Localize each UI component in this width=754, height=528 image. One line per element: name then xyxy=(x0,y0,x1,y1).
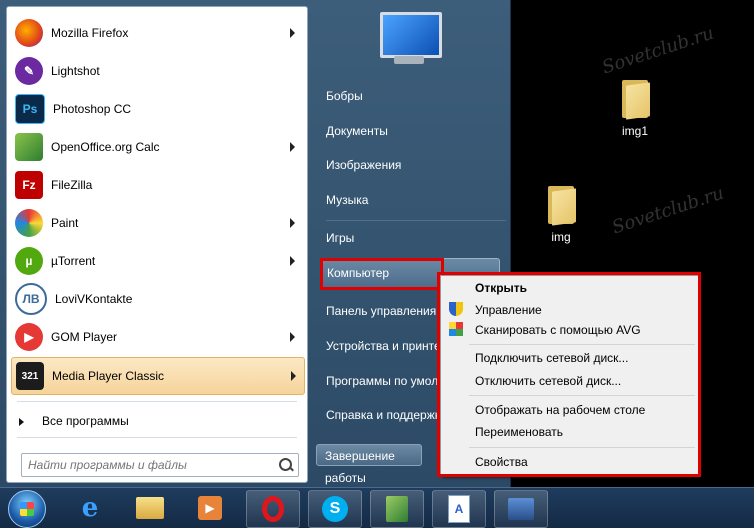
program-label: Lightshot xyxy=(51,64,100,78)
divider xyxy=(326,220,506,221)
paint-icon xyxy=(15,209,43,237)
menu-item-help[interactable]: Справка и поддержк xyxy=(326,408,440,422)
firefox-icon xyxy=(15,19,43,47)
opera-icon xyxy=(262,496,284,522)
submenu-arrow-icon xyxy=(290,256,295,266)
submenu-arrow-icon xyxy=(290,28,295,38)
menu-item-devices[interactable]: Устройства и принте xyxy=(326,339,441,353)
all-programs-label: Все программы xyxy=(42,414,129,428)
submenu-arrow-icon xyxy=(290,332,295,342)
menu-item-games[interactable]: Игры xyxy=(326,231,354,245)
program-item-gom-player[interactable]: ▶ GOM Player xyxy=(11,319,303,355)
windows-logo-icon xyxy=(20,502,34,516)
submenu-arrow-icon xyxy=(290,218,295,228)
menu-item-music[interactable]: Музыка xyxy=(326,193,368,207)
search-box[interactable] xyxy=(21,453,299,477)
divider xyxy=(17,437,297,438)
user-picture[interactable] xyxy=(372,8,444,70)
taskbar-item-calc[interactable] xyxy=(370,490,424,528)
program-label: Media Player Classic xyxy=(52,369,165,383)
program-item-lovivkontakte[interactable]: ЛВ LoviVKontakte xyxy=(11,281,303,317)
program-label: LoviVKontakte xyxy=(55,292,133,306)
menu-item-pictures[interactable]: Изображения xyxy=(326,158,401,172)
media-player-icon: ▶ xyxy=(198,496,222,520)
folder-icon xyxy=(546,184,576,226)
program-label: GOM Player xyxy=(51,330,118,344)
all-programs-button[interactable]: Все программы xyxy=(19,414,129,428)
calc-icon xyxy=(386,496,408,522)
media-player-classic-icon: 321 xyxy=(16,362,44,390)
menu-item-control-panel[interactable]: Панель управления xyxy=(326,304,436,318)
menu-item-user[interactable]: Бобры xyxy=(326,89,363,103)
taskbar-item-explorer[interactable] xyxy=(124,490,176,526)
program-label: FileZilla xyxy=(51,178,93,192)
photoshop-icon: Ps xyxy=(15,94,45,124)
taskbar-item-opera[interactable] xyxy=(246,490,300,528)
skype-icon: S xyxy=(322,496,348,522)
watermark: Sovetclub.ru xyxy=(599,22,717,79)
program-item-paint[interactable]: Paint xyxy=(11,205,303,241)
explorer-icon xyxy=(136,497,164,519)
lightshot-icon: ✎ xyxy=(15,57,43,85)
shutdown-button[interactable]: Завершение работы xyxy=(316,444,422,485)
highlight-box-computer xyxy=(320,258,444,290)
highlight-box-context-menu xyxy=(437,272,701,477)
program-item-photoshop[interactable]: Ps Photoshop CC xyxy=(11,91,303,127)
arrow-right-icon xyxy=(19,417,24,426)
watermark: Sovetclub.ru xyxy=(609,182,727,239)
lovivkontakte-icon: ЛВ xyxy=(15,283,47,315)
program-item-lightshot[interactable]: ✎ Lightshot xyxy=(11,53,303,89)
desktop-icon-label: img1 xyxy=(621,124,648,138)
taskbar-item-ie[interactable]: e xyxy=(64,490,116,526)
taskbar-item-network[interactable] xyxy=(494,490,548,528)
document-icon: A xyxy=(448,495,470,523)
program-label: Photoshop CC xyxy=(53,102,132,116)
menu-item-documents[interactable]: Документы xyxy=(326,124,388,138)
desktop-folder-img1[interactable]: img1 xyxy=(600,78,670,138)
monitor-stand xyxy=(394,56,424,64)
program-item-filezilla[interactable]: Fz FileZilla xyxy=(11,167,303,203)
submenu-arrow-icon xyxy=(290,142,295,152)
search-input[interactable] xyxy=(22,457,270,473)
ie-icon: e xyxy=(81,493,99,523)
gom-player-icon: ▶ xyxy=(15,323,43,351)
taskbar-item-document[interactable]: A xyxy=(432,490,486,528)
program-label: Mozilla Firefox xyxy=(51,26,129,40)
folder-icon xyxy=(620,78,650,120)
filezilla-icon: Fz xyxy=(15,171,43,199)
utorrent-icon: µ xyxy=(15,247,43,275)
openoffice-calc-icon xyxy=(15,133,43,161)
program-label: OpenOffice.org Calc xyxy=(51,140,160,154)
program-item-firefox[interactable]: Mozilla Firefox xyxy=(11,15,303,51)
search-icon[interactable] xyxy=(279,458,292,471)
taskbar-item-skype[interactable]: S xyxy=(308,490,362,528)
program-item-utorrent[interactable]: µ µTorrent xyxy=(11,243,303,279)
monitor-icon xyxy=(380,12,442,58)
menu-item-default-programs[interactable]: Программы по умол xyxy=(326,374,438,388)
taskbar: e ▶ S A xyxy=(0,487,754,528)
program-item-openoffice-calc[interactable]: OpenOffice.org Calc xyxy=(11,129,303,165)
taskbar-item-media-player[interactable]: ▶ xyxy=(184,490,236,526)
start-button[interactable] xyxy=(8,490,46,528)
program-label: Paint xyxy=(51,216,79,230)
programs-panel: Mozilla Firefox ✎ Lightshot Ps Photoshop… xyxy=(6,6,308,483)
desktop-folder-img[interactable]: img xyxy=(526,184,596,244)
submenu-arrow-icon xyxy=(291,371,296,381)
network-icon xyxy=(508,498,534,520)
program-label: µTorrent xyxy=(51,254,96,268)
program-item-media-player-classic[interactable]: 321 Media Player Classic xyxy=(11,357,305,395)
divider xyxy=(17,401,297,402)
desktop-icon-label: img xyxy=(551,230,571,244)
